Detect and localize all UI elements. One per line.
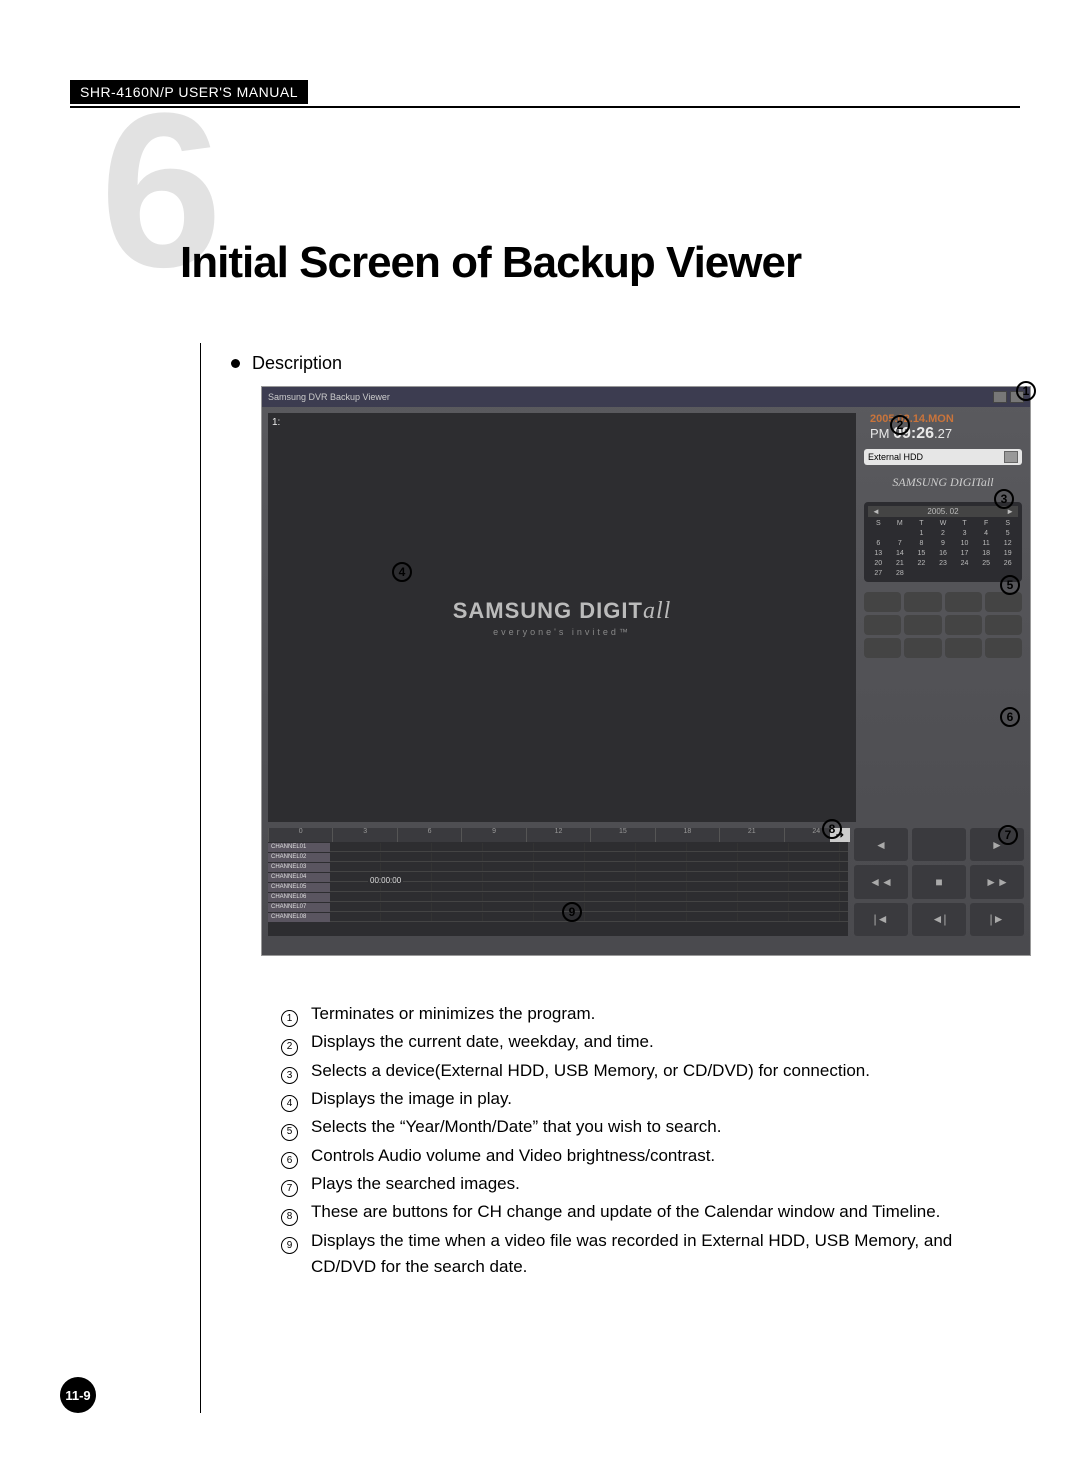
page-number: 11-9: [60, 1377, 96, 1413]
video-area: 1: SAMSUNG DIGITall everyone's invited™: [268, 413, 856, 822]
device-selector[interactable]: External HDD: [864, 449, 1022, 465]
volume-icon[interactable]: [864, 592, 901, 612]
list-item: 1Terminates or minimizes the program.: [281, 1001, 1020, 1027]
channel-rows: CHANNEL01 CHANNEL02 CHANNEL03 CHANNEL04 …: [268, 842, 848, 922]
list-item: 9Displays the time when a video file was…: [281, 1228, 1020, 1281]
contrast-icon[interactable]: [864, 638, 901, 658]
callout-5: 5: [1000, 575, 1020, 595]
contrast-dial[interactable]: [904, 638, 941, 658]
brightness-icon[interactable]: [864, 615, 901, 635]
minimize-button[interactable]: [993, 391, 1007, 403]
skip-start-button[interactable]: |◄: [854, 903, 908, 936]
timecode: 00:00:00: [368, 876, 403, 885]
current-date: 2005.02.14.MON: [864, 413, 1022, 425]
contrast-level: [945, 638, 982, 658]
callout-2: 2: [890, 415, 910, 435]
callout-6: 6: [1000, 707, 1020, 727]
brightness-dial[interactable]: [904, 615, 941, 635]
window-title: Samsung DVR Backup Viewer: [268, 392, 390, 402]
callout-9: 9: [562, 902, 582, 922]
callout-4: 4: [392, 562, 412, 582]
manual-page: SHR-4160N/P USER'S MANUAL 6 Initial Scre…: [0, 0, 1080, 1453]
channel-row[interactable]: CHANNEL06: [268, 892, 848, 902]
channel-row[interactable]: CHANNEL03: [268, 862, 848, 872]
list-item: 5Selects the “Year/Month/Date” that you …: [281, 1114, 1020, 1140]
brightness-reset[interactable]: [985, 615, 1022, 635]
current-time: PM 09:26.27: [864, 425, 1022, 443]
description-list: 1Terminates or minimizes the program. 2D…: [281, 1001, 1020, 1280]
channel-row[interactable]: CHANNEL07: [268, 902, 848, 912]
rewind-button[interactable]: ◄◄: [854, 865, 908, 898]
callout-8: 8: [822, 819, 842, 839]
av-controls: [864, 592, 1022, 658]
list-item: 3Selects a device(External HDD, USB Memo…: [281, 1058, 1020, 1084]
section-label: Description: [252, 353, 342, 374]
window-titlebar: Samsung DVR Backup Viewer: [262, 387, 1030, 407]
list-item: 6Controls Audio volume and Video brightn…: [281, 1143, 1020, 1169]
timeline-ruler: 0 3 6 9 12 15 18 21 24: [268, 828, 848, 842]
bullet-icon: [231, 359, 240, 368]
chapter-title: Initial Screen of Backup Viewer: [180, 238, 1080, 288]
callout-1: 1: [1016, 381, 1036, 401]
side-panel: 2005.02.14.MON PM 09:26.27 External HDD …: [860, 407, 1030, 822]
callout-7: 7: [998, 825, 1018, 845]
channel-row[interactable]: CHANNEL08: [268, 912, 848, 922]
step-back-button[interactable]: ◄|: [912, 903, 966, 936]
volume-level: [945, 592, 982, 612]
play-back-button[interactable]: ◄: [854, 828, 908, 861]
list-item: 8These are buttons for CH change and upd…: [281, 1199, 1020, 1225]
fastforward-button[interactable]: ►►: [970, 865, 1024, 898]
timeline-panel: 0 3 6 9 12 15 18 21 24 ➔ CHANNEL01 CHANN…: [268, 828, 848, 936]
channel-row[interactable]: CHANNEL04: [268, 872, 848, 882]
callout-3: 3: [994, 489, 1014, 509]
cal-month: 2005. 02: [927, 507, 958, 516]
video-logo: SAMSUNG DIGITall: [453, 598, 672, 625]
list-item: 2Displays the current date, weekday, and…: [281, 1029, 1020, 1055]
brightness-level: [945, 615, 982, 635]
cal-prev-icon[interactable]: ◄: [872, 507, 880, 516]
calendar-header: ◄ 2005. 02 ►: [868, 506, 1018, 517]
step-fwd-button[interactable]: |►: [970, 903, 1024, 936]
calendar[interactable]: ◄ 2005. 02 ► S M T W T F S 12345: [864, 502, 1022, 582]
volume-dial[interactable]: [904, 592, 941, 612]
playback-controls: ◄ ► ◄◄ ■ ►► |◄ ◄| |►: [854, 828, 1024, 936]
list-item: 7Plays the searched images.: [281, 1171, 1020, 1197]
play-blank: [912, 828, 966, 861]
list-item: 4Displays the image in play.: [281, 1086, 1020, 1112]
app-body: 1: SAMSUNG DIGITall everyone's invited™ …: [262, 407, 1030, 822]
app-screenshot: Samsung DVR Backup Viewer 1: SAMSUNG DIG…: [261, 386, 1031, 956]
bottom-panel: 0 3 6 9 12 15 18 21 24 ➔ CHANNEL01 CHANN…: [262, 822, 1030, 942]
video-tagline: everyone's invited™: [493, 627, 631, 637]
volume-mute[interactable]: [985, 592, 1022, 612]
channel-row[interactable]: CHANNEL05: [268, 882, 848, 892]
chevron-down-icon[interactable]: [1004, 451, 1018, 463]
calendar-grid: S M T W T F S 12345 6789101112 131415161…: [868, 519, 1018, 578]
channel-indicator: 1:: [272, 417, 280, 428]
section-heading: Description: [231, 353, 1020, 374]
contrast-reset[interactable]: [985, 638, 1022, 658]
device-label: External HDD: [868, 452, 923, 462]
channel-row[interactable]: CHANNEL02: [268, 852, 848, 862]
content-column: Description Samsung DVR Backup Viewer 1:…: [200, 343, 1020, 1413]
stop-button[interactable]: ■: [912, 865, 966, 898]
chapter-heading: 6 Initial Screen of Backup Viewer: [100, 153, 1020, 203]
side-brand: SAMSUNG DIGITall: [864, 475, 1022, 490]
channel-row[interactable]: CHANNEL01: [268, 842, 848, 852]
